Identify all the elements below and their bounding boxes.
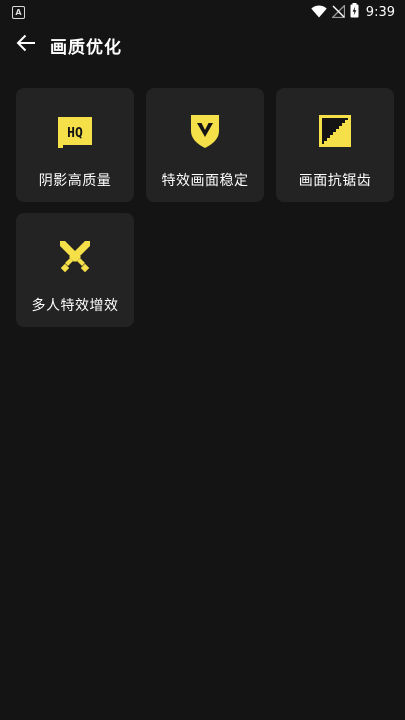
battery-charging-icon [350, 2, 359, 22]
svg-text:HQ: HQ [67, 126, 83, 141]
signal-off-icon [330, 3, 345, 22]
status-icons: 9:39 [311, 2, 395, 22]
wifi-icon [311, 3, 327, 22]
status-time: 9:39 [365, 4, 395, 20]
option-card-antialiasing[interactable]: 画面抗锯齿 [276, 88, 394, 202]
option-card-effect-stability[interactable]: 特效画面稳定 [146, 88, 264, 202]
option-label: 多人特效增效 [31, 298, 119, 314]
antialias-staircase-icon [316, 112, 354, 150]
status-bar: A 9:39 [0, 0, 405, 24]
page-title: 画质优化 [50, 38, 122, 58]
notification-app-icon: A [12, 6, 25, 19]
option-card-multiplayer-effects[interactable]: 多人特效增效 [16, 213, 134, 327]
option-label: 画面抗锯齿 [298, 173, 372, 189]
hq-icon: HQ [56, 112, 94, 150]
option-card-shadow-quality[interactable]: HQ 阴影高质量 [16, 88, 134, 202]
option-label: 特效画面稳定 [161, 173, 249, 189]
crossed-swords-icon [56, 237, 94, 275]
app-bar: 画质优化 [0, 24, 405, 66]
shield-v-icon [186, 112, 224, 150]
arrow-left-icon [16, 34, 36, 56]
back-button[interactable] [10, 30, 42, 60]
option-label: 阴影高质量 [38, 173, 112, 189]
